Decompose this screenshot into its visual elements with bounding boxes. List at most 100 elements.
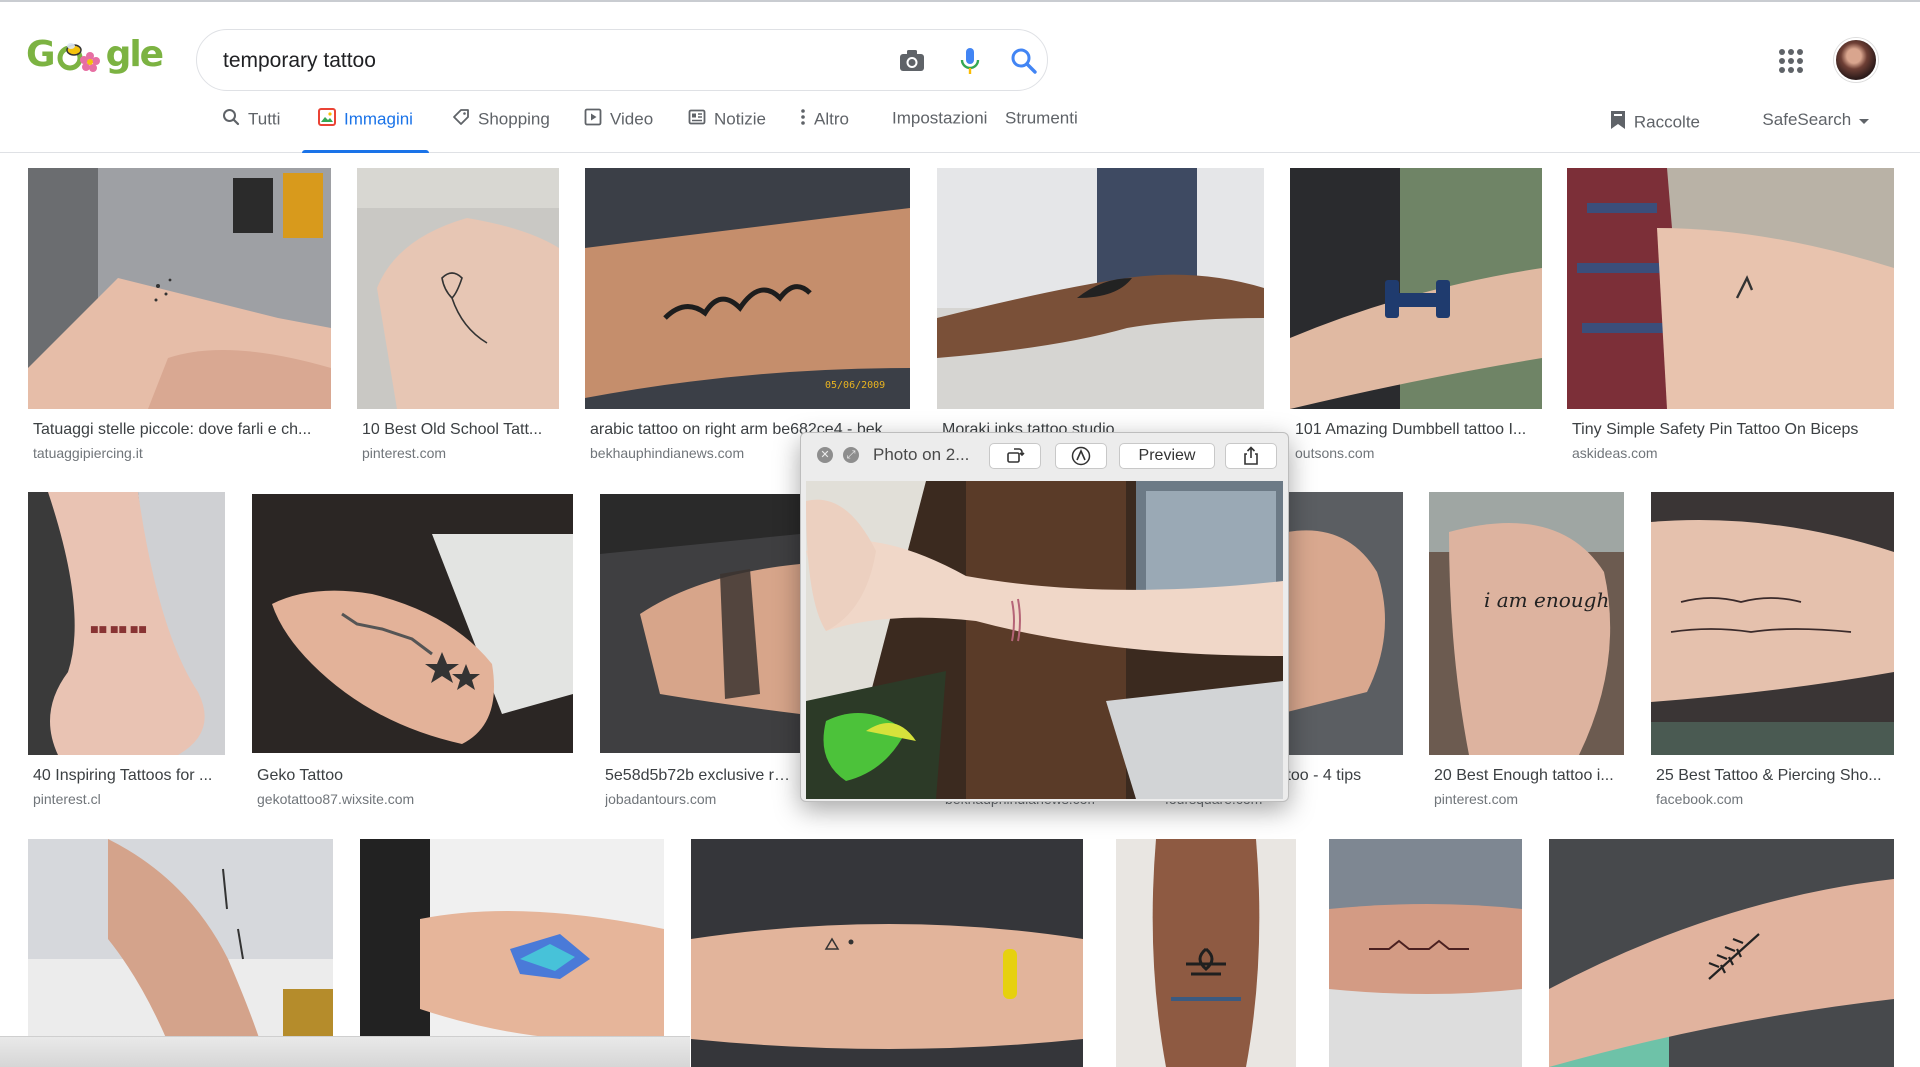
preview-toolbar: ✕ ⤢ Photo on 2... Preview — [801, 433, 1288, 477]
result-image[interactable] — [28, 168, 331, 409]
result-image[interactable] — [1290, 168, 1542, 409]
rotate-icon — [1005, 447, 1025, 464]
result-image[interactable] — [28, 839, 333, 1067]
result-image[interactable] — [1651, 492, 1894, 755]
result-image[interactable] — [1116, 839, 1296, 1067]
header: G gle temporary tattoo Tutti Immagini Sh… — [0, 0, 1920, 153]
result-image[interactable] — [1567, 168, 1894, 409]
bee-flower-doodle-icon — [54, 36, 106, 76]
google-doodle-logo[interactable]: G gle — [26, 34, 164, 84]
result-card[interactable] — [28, 839, 333, 1067]
tab-notizie[interactable]: Notizie — [688, 108, 766, 153]
result-image[interactable] — [1549, 839, 1894, 1067]
result-card[interactable]: 10 Best Old School Tatt... pinterest.com — [357, 168, 559, 468]
result-card[interactable] — [691, 839, 1083, 1067]
tab-label: Tutti — [248, 109, 281, 129]
result-title[interactable]: 20 Best Enough tattoo i... — [1434, 767, 1619, 785]
account-avatar[interactable] — [1834, 38, 1878, 82]
result-card[interactable] — [1549, 839, 1894, 1067]
result-image[interactable] — [252, 494, 573, 753]
bottom-status-bar — [0, 1036, 690, 1067]
tab-immagini[interactable]: Immagini — [302, 108, 429, 153]
result-card[interactable]: ■■ ■■ ■■ 40 Inspiring Tattoos for ... pi… — [28, 492, 225, 812]
result-card[interactable] — [1329, 839, 1522, 1067]
result-image[interactable] — [357, 168, 559, 409]
safesearch-label: SafeSearch — [1762, 110, 1852, 129]
result-image[interactable] — [937, 168, 1264, 409]
tab-tutti[interactable]: Tutti — [222, 108, 280, 153]
open-preview-button[interactable]: Preview — [1119, 443, 1215, 469]
result-image[interactable] — [1329, 839, 1522, 1067]
result-image[interactable]: i am enough — [1429, 492, 1624, 755]
microphone-icon[interactable] — [953, 44, 987, 78]
result-card[interactable]: 101 Amazing Dumbbell tattoo I... outsons… — [1290, 168, 1542, 468]
image-icon — [318, 108, 336, 131]
result-card[interactable]: Tiny Simple Safety Pin Tattoo On Biceps … — [1567, 168, 1894, 468]
tab-label: Impostazioni — [892, 108, 988, 128]
result-title[interactable]: Tatuaggi stelle piccole: dove farli e ch… — [33, 421, 326, 439]
share-button[interactable] — [1225, 443, 1277, 469]
result-source[interactable]: tatuaggipiercing.it — [33, 445, 326, 461]
result-card[interactable]: Tatuaggi stelle piccole: dove farli e ch… — [28, 168, 331, 468]
result-title[interactable]: 25 Best Tattoo & Piercing Sho... — [1656, 767, 1889, 785]
safesearch-dropdown[interactable]: SafeSearch — [1762, 110, 1870, 131]
result-card[interactable]: Geko Tattoo gekotattoo87.wixsite.com — [252, 494, 573, 812]
result-image[interactable]: ■■ ■■ ■■ — [28, 492, 225, 755]
preview-photo — [806, 481, 1283, 799]
markup-button[interactable] — [1055, 443, 1107, 469]
tab-shopping[interactable]: Shopping — [452, 108, 550, 153]
result-title[interactable]: 101 Amazing Dumbbell tattoo I... — [1295, 421, 1537, 439]
result-source[interactable]: jobadantours.com — [605, 791, 795, 807]
caret-down-icon — [1858, 111, 1870, 131]
top-border — [0, 0, 1920, 2]
result-source[interactable]: pinterest.com — [362, 445, 554, 461]
result-card[interactable]: 25 Best Tattoo & Piercing Sho... faceboo… — [1651, 492, 1894, 812]
result-card[interactable] — [1116, 839, 1296, 1067]
search-box — [196, 29, 1048, 91]
more-vert-icon — [800, 108, 806, 131]
search-icon[interactable] — [1007, 44, 1041, 78]
news-icon — [688, 108, 706, 131]
tab-altro[interactable]: Altro — [800, 108, 849, 153]
tab-label: Notizie — [714, 109, 766, 129]
preview-title: Photo on 2... — [873, 445, 970, 464]
result-title[interactable]: ttoo - 4 tips — [1282, 767, 1398, 785]
result-image[interactable] — [691, 839, 1083, 1067]
search-icon — [222, 108, 240, 131]
result-title[interactable]: 40 Inspiring Tattoos for ... — [33, 767, 220, 785]
result-image[interactable] — [1287, 492, 1403, 755]
result-image[interactable]: 05/06/2009 — [585, 168, 910, 409]
result-title[interactable]: Tiny Simple Safety Pin Tattoo On Biceps — [1572, 421, 1889, 439]
tab-strumenti[interactable]: Strumenti — [1005, 108, 1078, 153]
result-image[interactable] — [360, 839, 664, 1067]
result-source[interactable]: outsons.com — [1295, 445, 1537, 461]
result-source[interactable]: pinterest.com — [1434, 791, 1619, 807]
result-card[interactable]: 5e58d5b72b exclusive range jobadantours.… — [600, 494, 800, 812]
result-card[interactable]: 05/06/2009 arabic tattoo on right arm be… — [585, 168, 910, 468]
result-source[interactable]: facebook.com — [1656, 791, 1889, 807]
tab-label: Altro — [814, 109, 849, 129]
result-title[interactable]: 10 Best Old School Tatt... — [362, 421, 554, 439]
collections-button[interactable]: Raccolte — [1610, 110, 1700, 135]
quick-look-preview-window[interactable]: ✕ ⤢ Photo on 2... Preview — [800, 432, 1289, 802]
close-icon[interactable]: ✕ — [817, 447, 833, 463]
google-apps-icon[interactable] — [1778, 48, 1804, 74]
camera-icon[interactable] — [895, 44, 929, 78]
result-title[interactable]: Geko Tattoo — [257, 767, 568, 785]
result-source[interactable]: askideas.com — [1572, 445, 1889, 461]
result-source[interactable]: pinterest.cl — [33, 791, 220, 807]
tab-video[interactable]: Video — [584, 108, 653, 153]
result-card[interactable] — [360, 839, 664, 1067]
result-image[interactable] — [600, 494, 800, 753]
result-card[interactable]: Moraki inks tattoo studio — [937, 168, 1264, 468]
rotate-button[interactable] — [989, 443, 1041, 469]
fullscreen-icon[interactable]: ⤢ — [843, 447, 859, 463]
tab-impostazioni[interactable]: Impostazioni — [892, 108, 987, 153]
result-source[interactable]: gekotattoo87.wixsite.com — [257, 791, 568, 807]
result-card[interactable]: i am enough 20 Best Enough tattoo i... p… — [1429, 492, 1624, 812]
result-title[interactable]: 5e58d5b72b exclusive range — [605, 767, 795, 785]
bookmark-icon — [1610, 110, 1626, 135]
markup-pen-icon — [1071, 446, 1091, 466]
tab-label: Immagini — [344, 109, 413, 129]
search-input[interactable] — [223, 46, 803, 76]
